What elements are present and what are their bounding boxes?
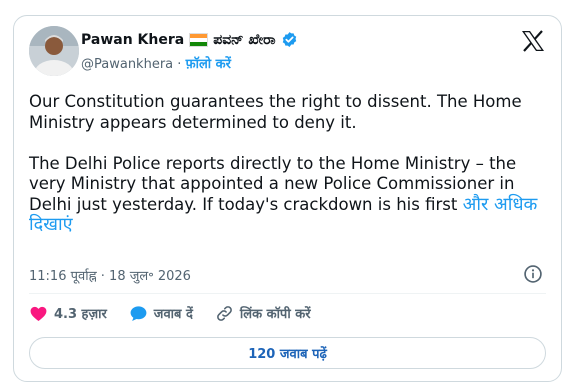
- handle-separator: ·: [177, 57, 182, 72]
- author-handle[interactable]: @Pawankhera: [81, 57, 173, 72]
- tweet-timestamp[interactable]: 11:16 पूर्वाह्न · 18 जुल॰ 2026: [29, 266, 191, 284]
- like-count: 4.3 हज़ार: [54, 307, 107, 322]
- x-logo-icon[interactable]: [521, 30, 545, 52]
- avatar[interactable]: [29, 26, 79, 76]
- author-name-row[interactable]: Pawan Khera ಪವನ್ ಖೇರಾ: [81, 31, 298, 48]
- divider: [29, 293, 546, 294]
- like-button[interactable]: 4.3 हज़ार: [29, 304, 107, 323]
- read-replies-button[interactable]: 120 जवाब पढ़ें: [29, 337, 546, 369]
- action-bar: 4.3 हज़ार जवाब दें लिंक कॉपी करें: [29, 303, 333, 323]
- india-flag-icon: [189, 32, 209, 47]
- follow-button[interactable]: फ़ॉलो करें: [186, 57, 231, 72]
- tweet-text: Our Constitution guarantees the right to…: [29, 92, 554, 236]
- avatar-image: [29, 26, 79, 76]
- heart-icon: [30, 306, 47, 321]
- verified-badge-icon: [282, 32, 296, 47]
- copy-link-button[interactable]: लिंक कॉपी करें: [215, 304, 311, 323]
- tweet-body: Our Constitution guarantees the right to…: [29, 92, 522, 214]
- author-name[interactable]: Pawan Khera: [81, 32, 184, 48]
- link-icon: [216, 305, 232, 321]
- author-name-kannada: ಪವನ್ ಖೇರಾ: [213, 31, 276, 48]
- reply-label: जवाब दें: [153, 307, 193, 322]
- tweet-card: Pawan Khera ಪವನ್ ಖೇರಾ @Pawankhera · फ़ॉल…: [13, 15, 562, 382]
- handle-row: @Pawankhera · फ़ॉलो करें: [81, 54, 231, 72]
- reply-button[interactable]: जवाब दें: [129, 304, 193, 323]
- info-icon[interactable]: [523, 264, 543, 284]
- reply-bubble-icon: [130, 305, 147, 321]
- copy-link-label: लिंक कॉपी करें: [239, 307, 311, 322]
